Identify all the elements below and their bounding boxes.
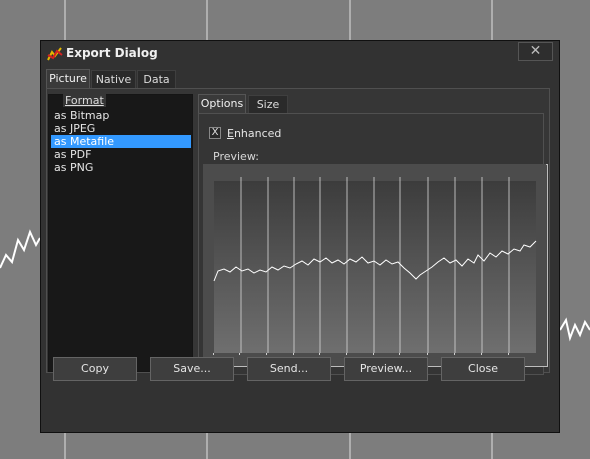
tab-native[interactable]: Native xyxy=(91,70,136,88)
tab-size[interactable]: Size xyxy=(248,95,288,113)
close-window-button[interactable]: ✕ xyxy=(518,42,553,61)
chart-app-icon xyxy=(47,47,63,61)
preview-button-label: Preview... xyxy=(359,362,413,375)
list-item-metafile[interactable]: as Metafile xyxy=(51,135,191,148)
check-icon: X xyxy=(211,127,219,138)
preview-label: Preview: xyxy=(213,150,259,163)
tab-size-label: Size xyxy=(256,98,280,111)
tab-native-label: Native xyxy=(95,73,132,86)
enhanced-label-rest: nhanced xyxy=(233,127,282,140)
copy-button-label: Copy xyxy=(81,362,109,375)
tab-data[interactable]: Data xyxy=(137,70,176,88)
list-item-png[interactable]: as PNG xyxy=(51,161,191,174)
enhanced-label[interactable]: Enhanced xyxy=(227,127,281,140)
window-title: Export Dialog xyxy=(66,46,158,60)
tab-options-label: Options xyxy=(200,97,244,110)
list-item-pdf[interactable]: as PDF xyxy=(51,148,191,161)
list-item-jpeg[interactable]: as JPEG xyxy=(51,122,191,135)
list-item-bitmap[interactable]: as Bitmap xyxy=(51,109,191,122)
preview-chart-thumbnail xyxy=(203,164,546,365)
save-button[interactable]: Save... xyxy=(150,357,234,381)
tab-options[interactable]: Options xyxy=(198,94,246,113)
format-legend: Format xyxy=(63,94,106,107)
enhanced-checkbox[interactable]: X xyxy=(209,127,221,139)
send-button[interactable]: Send... xyxy=(247,357,331,381)
send-button-label: Send... xyxy=(269,362,309,375)
copy-button[interactable]: Copy xyxy=(53,357,137,381)
tab-data-label: Data xyxy=(143,73,170,86)
preview-button[interactable]: Preview... xyxy=(344,357,428,381)
title-bar[interactable]: Export Dialog ✕ xyxy=(41,41,559,65)
close-button[interactable]: Close xyxy=(441,357,525,381)
format-list[interactable]: as Bitmap as JPEG as Metafile as PDF as … xyxy=(51,109,191,174)
tab-picture[interactable]: Picture xyxy=(46,69,90,88)
close-button-label: Close xyxy=(468,362,498,375)
save-button-label: Save... xyxy=(173,362,211,375)
tab-picture-label: Picture xyxy=(49,72,87,85)
close-icon: ✕ xyxy=(529,43,542,59)
preview-plot-area xyxy=(214,181,536,353)
